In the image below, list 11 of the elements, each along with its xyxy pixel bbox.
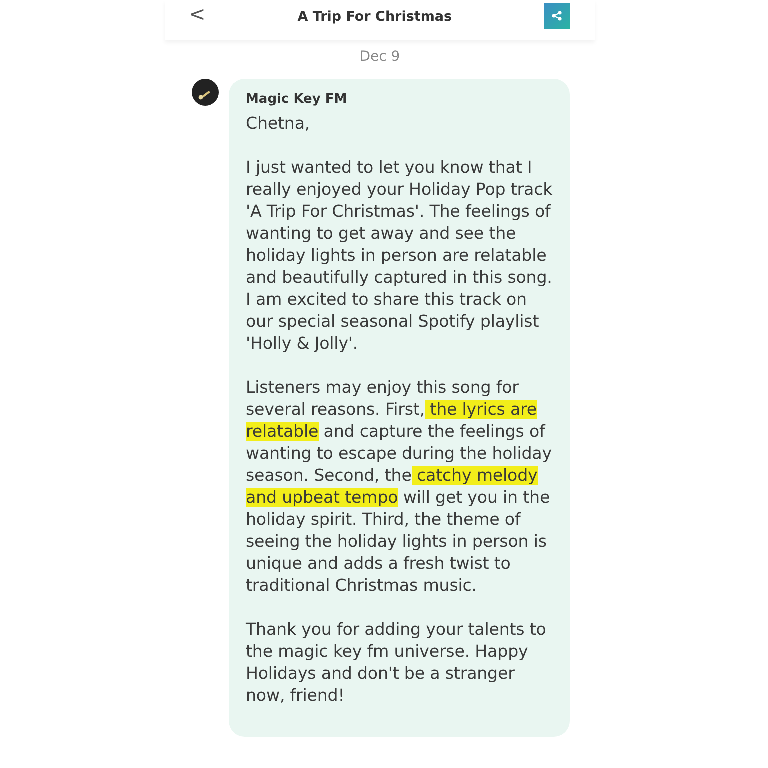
message-paragraph: Thank you for adding your talents to the magic key fm universe. Happy Holidays and don't be a stranger now, friend! [246, 619, 548, 707]
avatar-icon [192, 79, 219, 106]
share-icon [550, 10, 563, 22]
conversation-title: A Trip For Christmas [298, 9, 452, 25]
sender-name: Magic Key FM [246, 92, 348, 107]
message-paragraph: Listeners may enjoy this song for several reasons. First, the lyrics are relatable and capture the feelings of wanting to escape during the holiday season. Second, the catchy melody and upbeat tempo will get you in the holiday spirit. Third, the theme of seeing the holiday lights in person is unique and adds a fresh twist to traditional Christmas music. [246, 377, 553, 597]
back-button[interactable]: < [189, 4, 206, 24]
message-greeting: Chetna, [246, 113, 312, 135]
message-paragraph: I just wanted to let you know that I really enjoyed your Holiday Pop track 'A Trip For Christmas'. The feelings of wanting to get away and see the holiday lights in person are relatable and beautifully captured in this song. I am excited to share this track on our special seasonal Spotify playlist 'Holly & Jolly'. [246, 157, 554, 355]
message-date: Dec 9 [358, 49, 402, 65]
share-button[interactable] [544, 3, 570, 29]
